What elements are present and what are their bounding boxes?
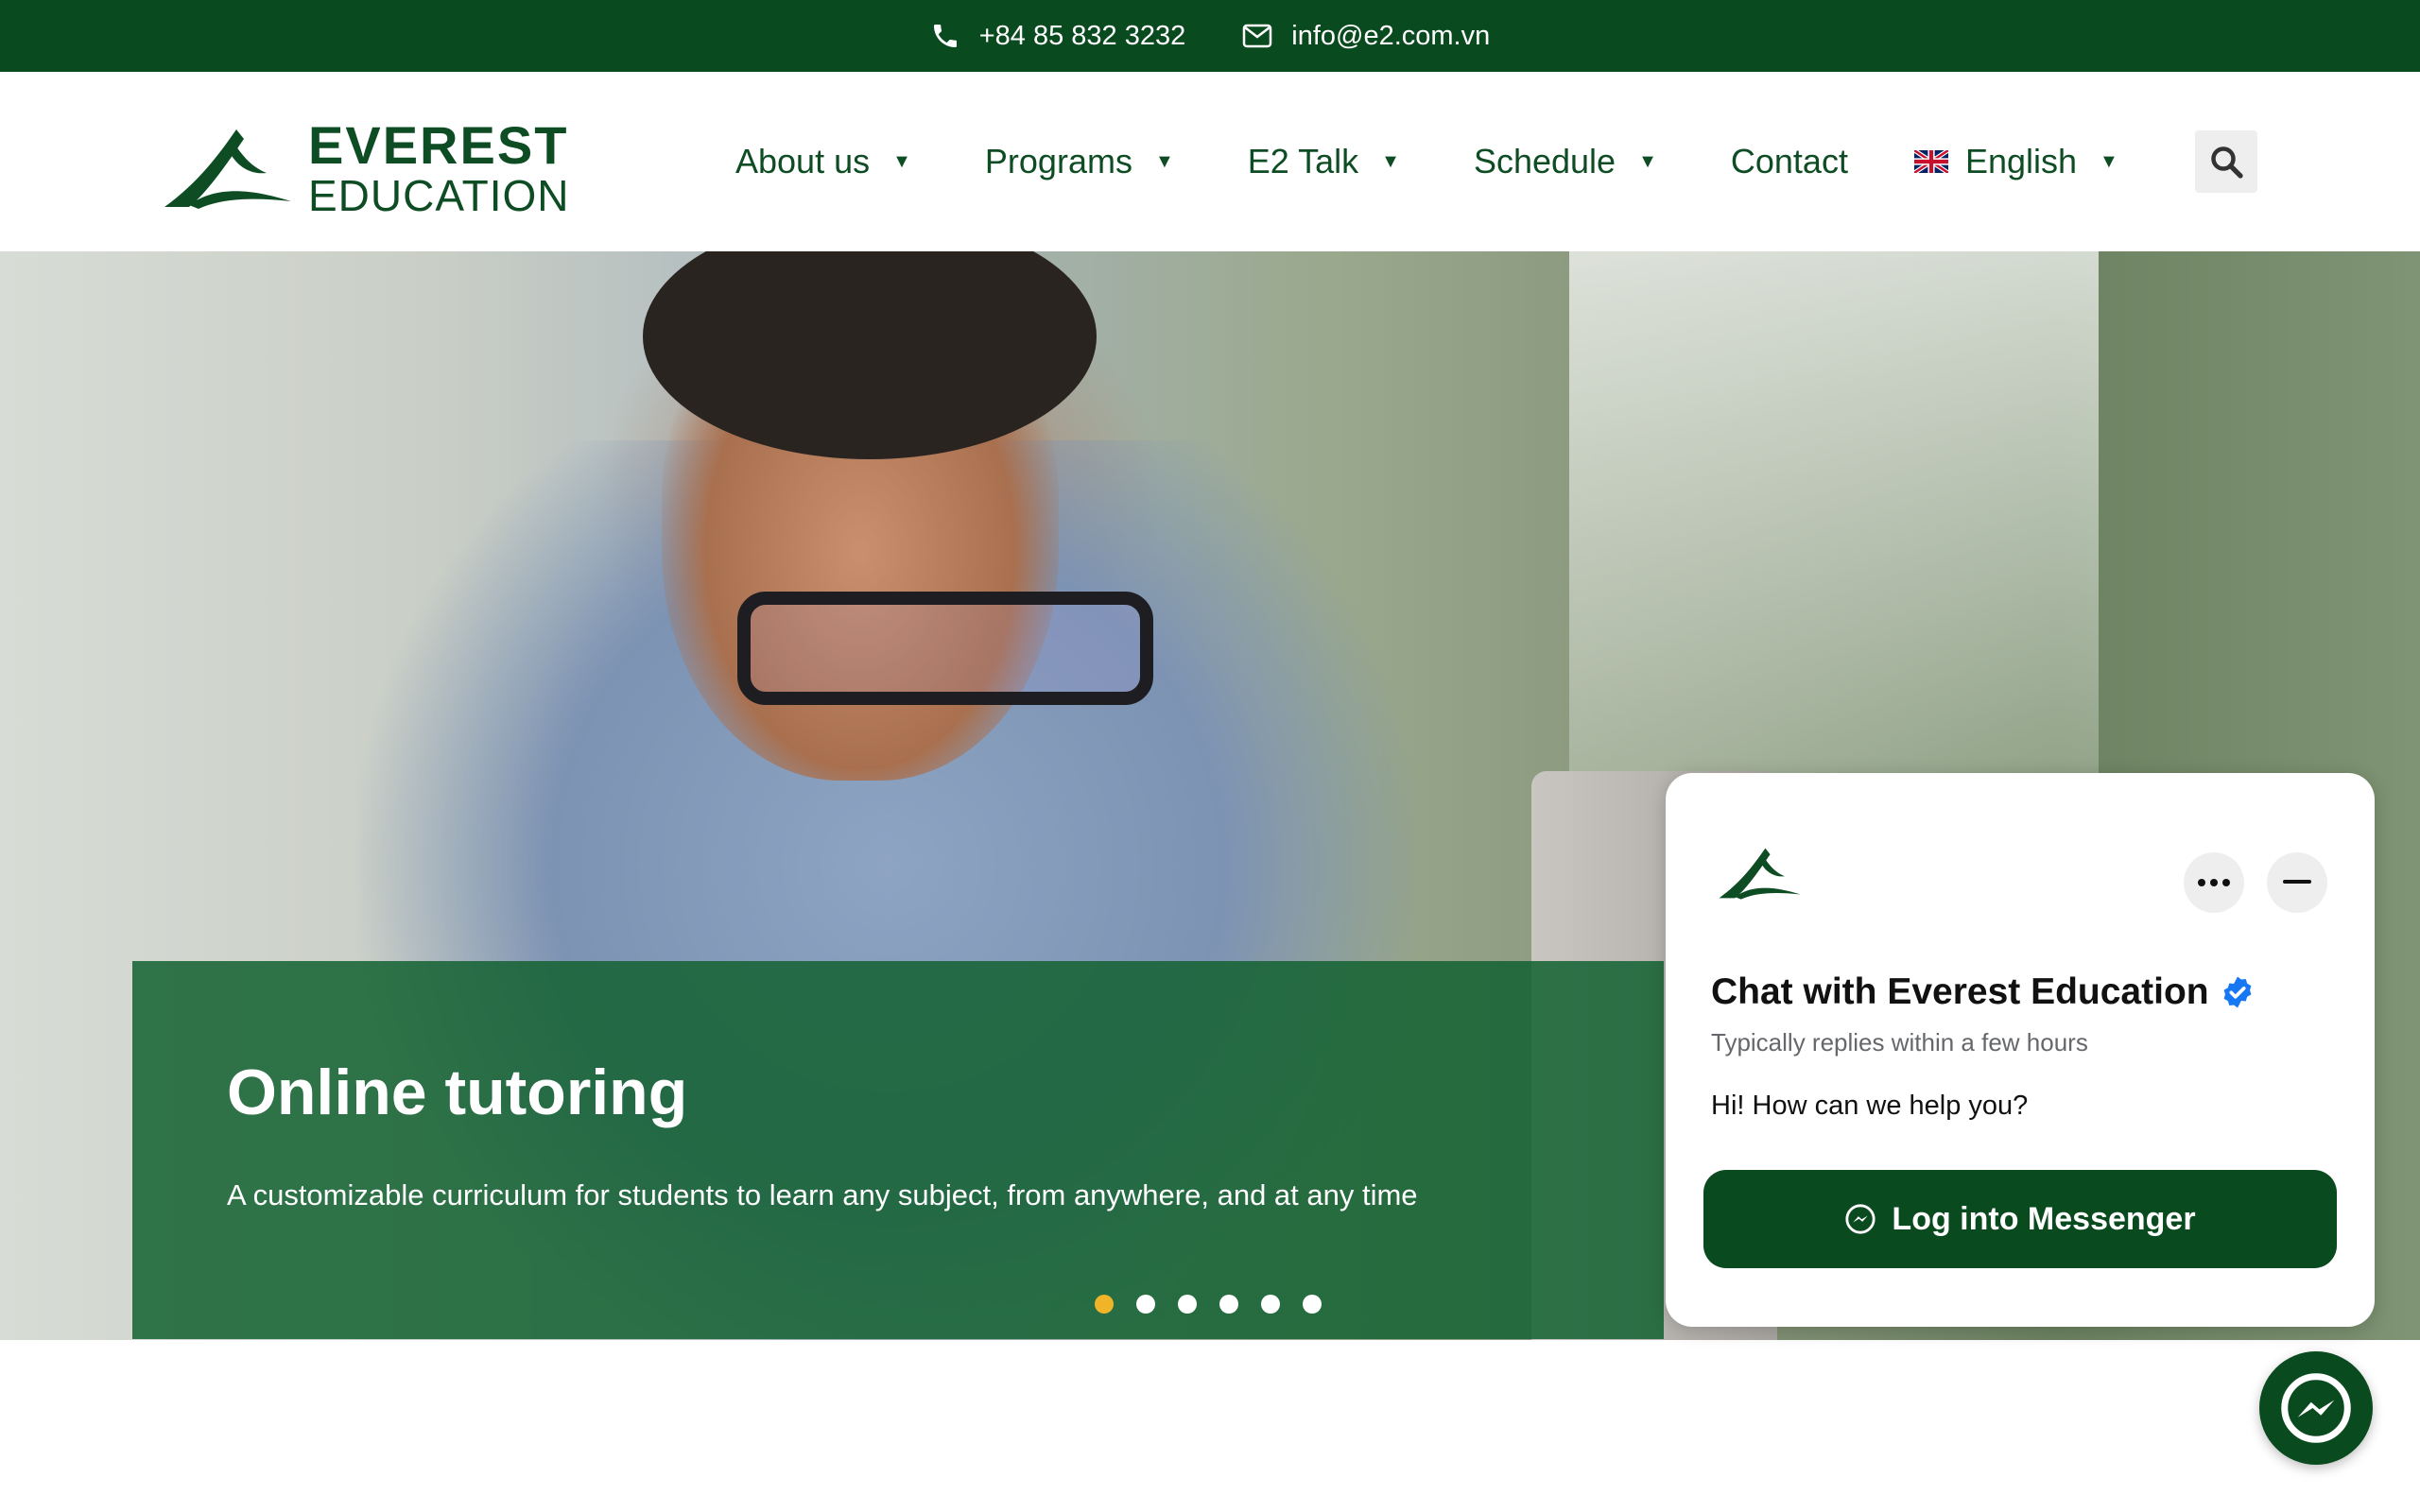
envelope-icon — [1243, 24, 1272, 48]
chat-title-text: Chat with Everest Education — [1711, 971, 2209, 1012]
chat-reply-status: Typically replies within a few hours — [1711, 1028, 2088, 1057]
log-into-messenger-label: Log into Messenger — [1892, 1200, 2196, 1237]
hero-student-glasses — [737, 592, 1153, 705]
verified-badge-icon — [2223, 976, 2252, 1008]
caret-down-icon: ▼ — [2100, 150, 2118, 172]
nav-contact[interactable]: Contact — [1731, 142, 1848, 181]
slider-dot-1[interactable] — [1095, 1295, 1114, 1314]
nav-programs[interactable]: Programs ▼ — [985, 142, 1174, 181]
nav-language[interactable]: English ▼ — [1913, 142, 2118, 181]
chat-minimize-button[interactable] — [2267, 852, 2327, 913]
chat-title: Chat with Everest Education — [1711, 971, 2255, 1013]
chat-greeting: Hi! How can we help you? — [1711, 1091, 2029, 1121]
everest-chat-logo-icon — [1719, 848, 1801, 900]
messenger-icon — [2281, 1373, 2351, 1443]
log-into-messenger-button[interactable]: Log into Messenger — [1703, 1170, 2337, 1268]
phone-contact[interactable]: +84 85 832 3232 — [930, 20, 1186, 52]
main-nav: About us ▼ Programs ▼ E2 Talk ▼ Schedule… — [735, 72, 2192, 251]
search-button[interactable] — [2195, 130, 2257, 193]
logo-line1: EVEREST — [308, 115, 569, 175]
caret-down-icon: ▼ — [1381, 150, 1400, 172]
nav-e2-talk[interactable]: E2 Talk ▼ — [1248, 142, 1400, 181]
slider-dot-5[interactable] — [1261, 1295, 1280, 1314]
phone-icon — [933, 24, 957, 47]
chat-more-options-button[interactable] — [2184, 852, 2244, 913]
phone-number: +84 85 832 3232 — [978, 20, 1186, 51]
slider-dot-3[interactable] — [1178, 1295, 1197, 1314]
everest-logo[interactable]: EVEREST EDUCATION — [161, 119, 570, 217]
nav-language-label: English — [1964, 142, 2078, 180]
uk-flag-icon — [1913, 150, 1948, 173]
hero-subtitle: A customizable curriculum for students t… — [227, 1178, 1418, 1211]
caret-down-icon: ▼ — [892, 150, 911, 172]
messenger-chat-widget: Chat with Everest Education Typically re… — [1666, 773, 2375, 1327]
hero-title: Online tutoring — [227, 1057, 688, 1128]
slider-dots — [1095, 1295, 1322, 1314]
caret-down-icon: ▼ — [1638, 150, 1657, 172]
nav-e2talk-label: E2 Talk — [1247, 142, 1359, 180]
nav-about-us[interactable]: About us ▼ — [735, 142, 911, 181]
logo-line2: EDUCATION — [308, 171, 570, 220]
slider-dot-4[interactable] — [1219, 1295, 1238, 1314]
site-header: EVEREST EDUCATION About us ▼ Programs ▼ … — [0, 72, 2420, 252]
slider-dot-6[interactable] — [1303, 1295, 1322, 1314]
email-address: info@e2.com.vn — [1291, 20, 1491, 51]
mountain-logo-icon — [164, 129, 291, 209]
hero-caption: Online tutoring A customizable curriculu… — [132, 961, 1664, 1339]
nav-programs-label: Programs — [984, 142, 1132, 180]
messenger-icon — [1845, 1204, 1876, 1234]
top-contact-bar: +84 85 832 3232 info@e2.com.vn — [0, 0, 2420, 72]
email-contact[interactable]: info@e2.com.vn — [1242, 21, 1490, 52]
search-icon — [2211, 146, 2243, 179]
nav-schedule[interactable]: Schedule ▼ — [1474, 142, 1657, 181]
nav-contact-label: Contact — [1730, 142, 1848, 180]
minimize-icon — [2283, 880, 2311, 884]
more-options-icon — [2198, 879, 2230, 886]
caret-down-icon: ▼ — [1154, 150, 1174, 172]
slider-dot-2[interactable] — [1136, 1295, 1155, 1314]
messenger-launcher-button[interactable] — [2259, 1351, 2373, 1465]
nav-about-label: About us — [735, 142, 871, 180]
nav-schedule-label: Schedule — [1473, 142, 1616, 180]
